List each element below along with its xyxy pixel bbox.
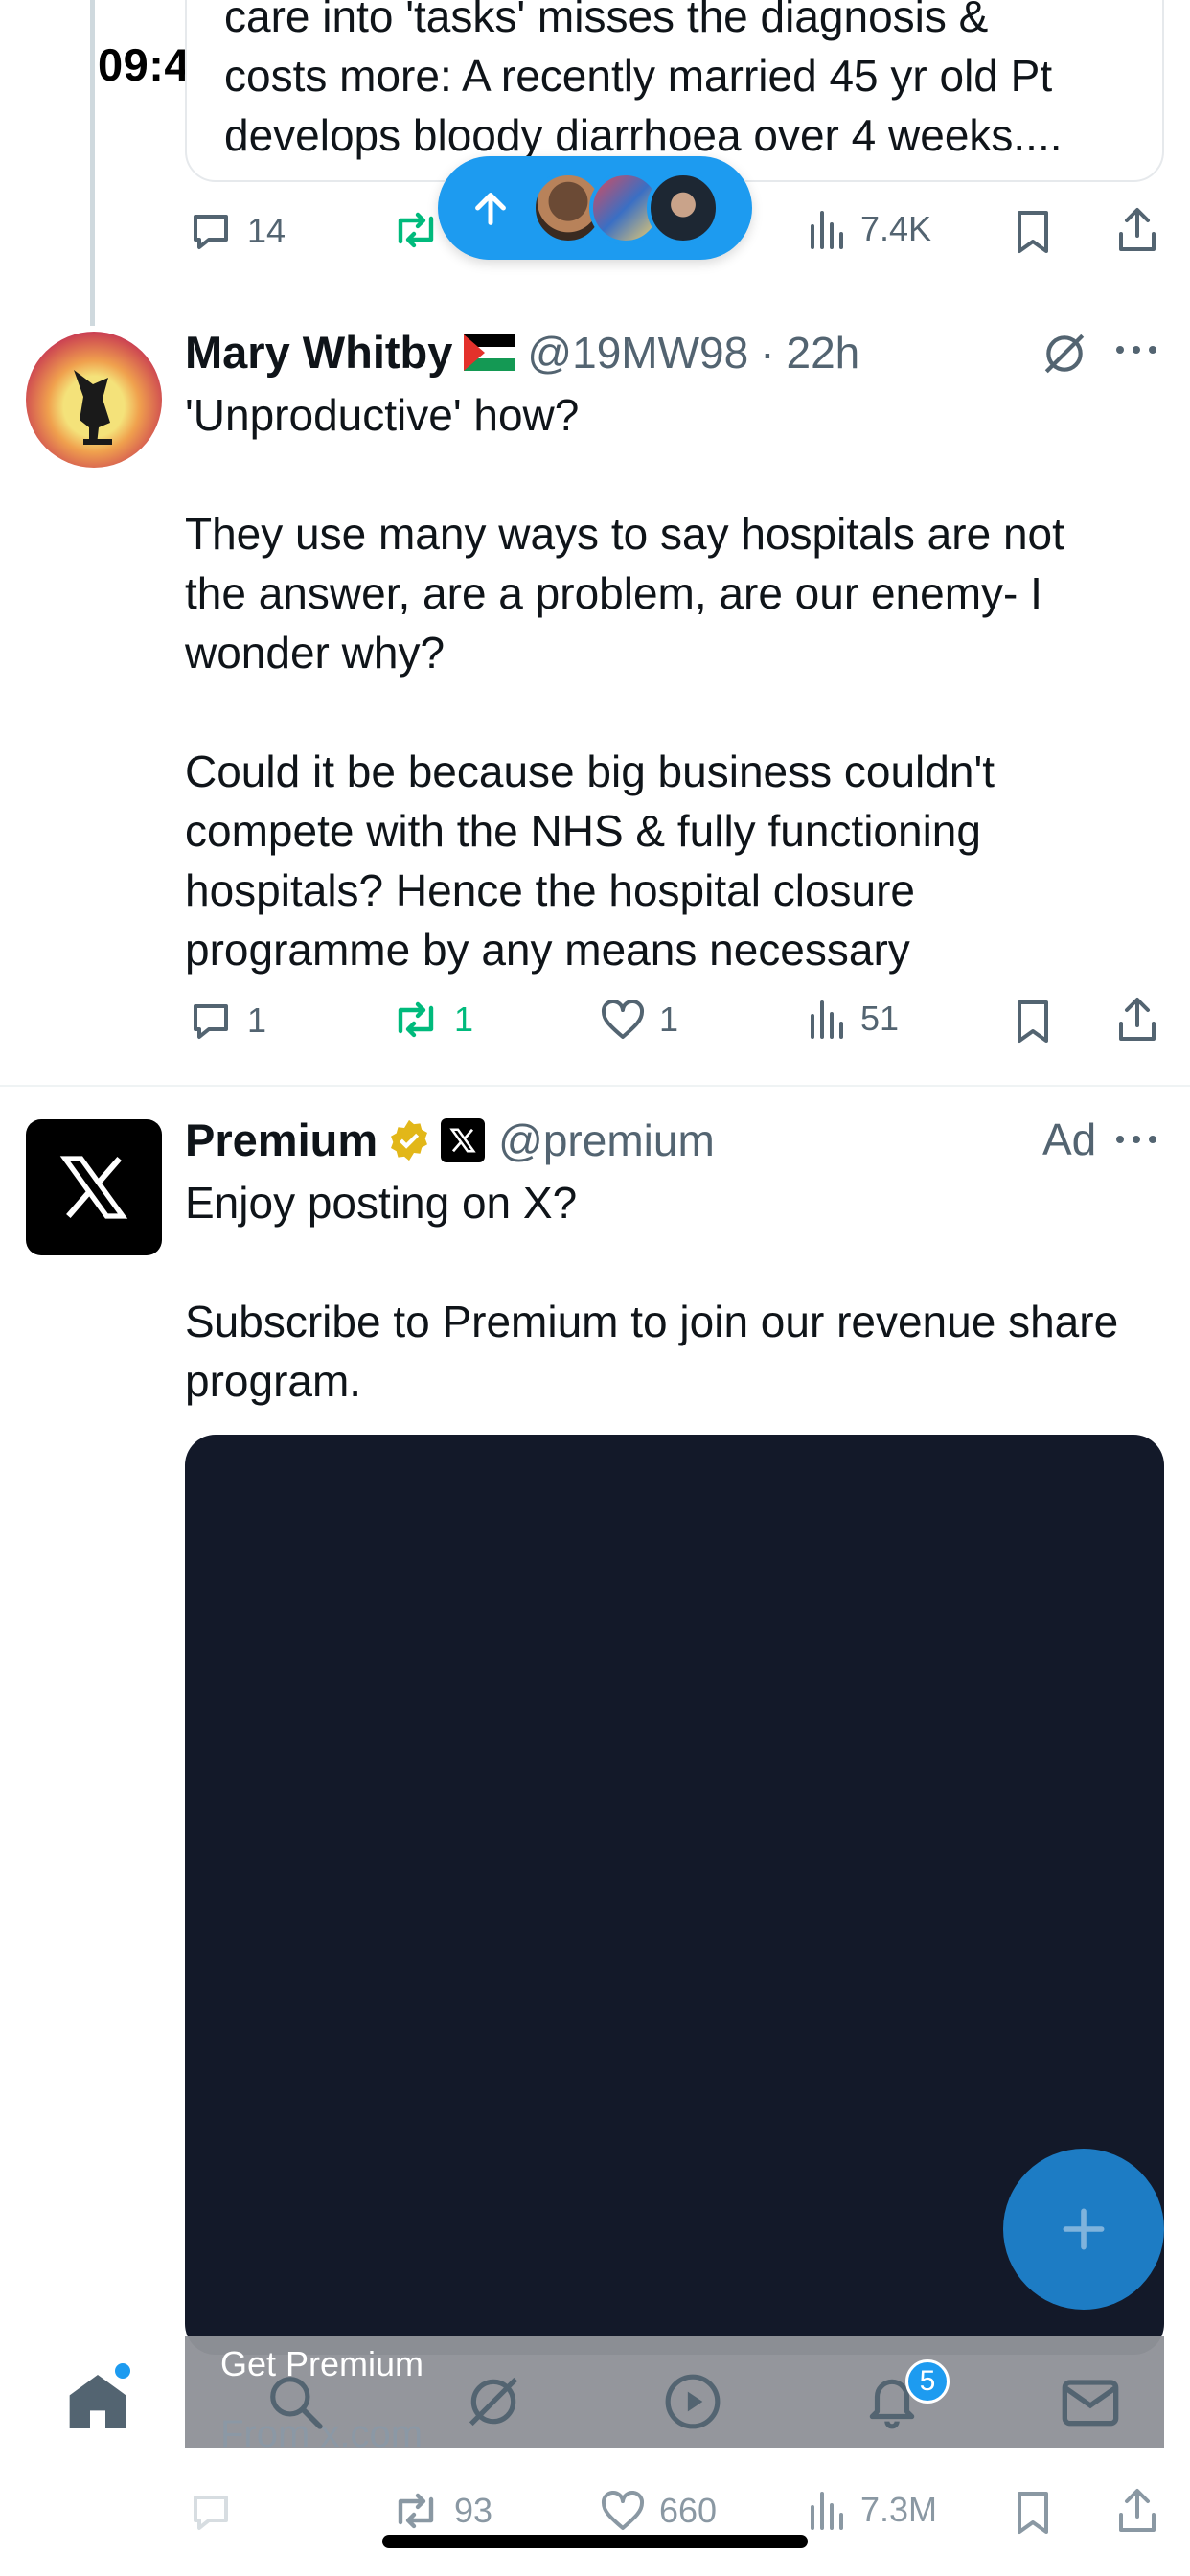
tweet-body: 'Unproductive' how? They use many ways t… bbox=[185, 385, 1153, 979]
tweet-line: compete with the NHS & fully functioning bbox=[185, 806, 981, 856]
heart-icon bbox=[601, 2491, 645, 2530]
heart-icon bbox=[601, 1000, 645, 1039]
tweet-line: hospitals? Hence the hospital closure bbox=[185, 865, 916, 915]
messages-icon[interactable] bbox=[1060, 2372, 1121, 2431]
tweet-line: Could it be because big business couldn'… bbox=[185, 747, 995, 796]
ad-label: Ad bbox=[1042, 1115, 1097, 1164]
repost-button[interactable]: 93 bbox=[391, 2490, 492, 2532]
search-icon[interactable] bbox=[265, 2372, 325, 2431]
quoted-tweet-text: care into 'tasks' misses the diagnosis &… bbox=[224, 0, 1144, 165]
palestine-flag-icon bbox=[464, 334, 516, 371]
share-icon[interactable] bbox=[1115, 2488, 1159, 2534]
display-name[interactable]: Mary Whitby bbox=[185, 326, 452, 379]
tweet-line-spacer bbox=[185, 1232, 1162, 1292]
video-play-icon[interactable] bbox=[663, 2372, 722, 2431]
quoted-line: costs more: A recently married 45 yr old… bbox=[224, 51, 1053, 101]
share-icon[interactable] bbox=[1115, 207, 1159, 253]
reply-icon bbox=[194, 215, 228, 249]
tweet-header: Premium @premium bbox=[185, 1114, 715, 1166]
views-icon bbox=[811, 211, 843, 249]
reply-button[interactable]: 14 bbox=[188, 209, 286, 253]
repost-icon bbox=[398, 1001, 434, 1038]
handle[interactable]: @premium bbox=[498, 1115, 715, 1166]
share-icon[interactable] bbox=[1115, 997, 1159, 1043]
reply-icon[interactable] bbox=[188, 2490, 234, 2534]
compose-button[interactable] bbox=[1003, 2149, 1164, 2310]
grok-icon[interactable] bbox=[464, 2372, 523, 2431]
new-posts-pill[interactable] bbox=[438, 156, 752, 260]
thread-line bbox=[90, 0, 95, 326]
plus-icon bbox=[1063, 2208, 1105, 2250]
display-name[interactable]: Premium bbox=[185, 1114, 378, 1166]
tweet-line bbox=[185, 682, 1153, 742]
notifications-badge: 5 bbox=[905, 2359, 950, 2404]
more-options-icon[interactable] bbox=[1114, 343, 1158, 356]
tweet-body: Enjoy posting on X? Subscribe to Premium… bbox=[185, 1173, 1162, 1411]
bookmark-icon[interactable] bbox=[1014, 2490, 1052, 2536]
repost-icon bbox=[398, 2493, 434, 2529]
avatar[interactable] bbox=[26, 332, 162, 468]
tweet-line: wonder why? bbox=[185, 628, 446, 678]
repost-count: 1 bbox=[454, 1000, 474, 1039]
tweet-line: They use many ways to say hospitals are … bbox=[185, 509, 1064, 559]
repost-icon bbox=[398, 212, 434, 248]
views-count: 51 bbox=[860, 999, 900, 1038]
tweet-line: the answer, are a problem, are our enemy… bbox=[185, 568, 1042, 618]
avatar[interactable] bbox=[26, 1119, 162, 1255]
tweet-header: Mary Whitby @19MW98 · 22h bbox=[185, 326, 1028, 379]
bookmark-icon[interactable] bbox=[1014, 999, 1052, 1045]
views-count: 7.4K bbox=[860, 209, 932, 248]
tweet-line: Subscribe to Premium to join our revenue… bbox=[185, 1297, 1119, 1346]
more-options-icon[interactable] bbox=[1114, 1133, 1158, 1146]
reply-count: 1 bbox=[247, 1000, 267, 1040]
reply-icon bbox=[194, 1004, 228, 1039]
tweet-line: 'Unproductive' how? bbox=[185, 390, 580, 440]
handle[interactable]: @19MW98 bbox=[527, 327, 748, 379]
views-icon bbox=[811, 1000, 843, 1039]
bird-silhouette-icon bbox=[74, 370, 112, 445]
quoted-line: care into 'tasks' misses the diagnosis & bbox=[224, 0, 989, 41]
grok-icon[interactable] bbox=[1041, 330, 1088, 378]
timestamp[interactable]: 22h bbox=[787, 327, 860, 379]
like-button[interactable]: 660 bbox=[600, 2490, 717, 2532]
verified-gold-badge-icon bbox=[391, 1119, 428, 1161]
repost-count: 93 bbox=[454, 2491, 493, 2530]
reply-count: 14 bbox=[247, 211, 286, 250]
home-icon[interactable] bbox=[67, 2372, 128, 2431]
like-button[interactable]: 1 bbox=[600, 999, 678, 1041]
tweet-line bbox=[185, 445, 1153, 504]
tweet-line: program. bbox=[185, 1356, 362, 1406]
repost-button[interactable] bbox=[391, 209, 441, 251]
views-count: 7.3M bbox=[860, 2490, 938, 2529]
arrow-up-icon bbox=[475, 193, 506, 225]
tweet-line: programme by any means necessary bbox=[185, 925, 910, 975]
views-button[interactable]: 51 bbox=[807, 999, 899, 1039]
views-button[interactable]: 7.4K bbox=[807, 209, 931, 249]
repost-button[interactable]: 1 bbox=[391, 999, 473, 1041]
separator: · bbox=[760, 327, 775, 378]
views-button[interactable]: 7.3M bbox=[807, 2490, 937, 2530]
reply-button[interactable]: 1 bbox=[188, 999, 266, 1043]
x-logo-icon bbox=[59, 1156, 128, 1219]
divider bbox=[0, 1085, 1190, 1087]
like-count: 1 bbox=[659, 1000, 679, 1039]
home-indicator[interactable] bbox=[382, 2535, 808, 2548]
like-count: 660 bbox=[659, 2491, 718, 2530]
new-post-avatar bbox=[647, 172, 720, 244]
views-icon bbox=[811, 2492, 843, 2530]
x-affiliate-badge-icon bbox=[441, 1117, 486, 1162]
bookmark-icon[interactable] bbox=[1014, 209, 1052, 255]
tweet-line: Enjoy posting on X? bbox=[185, 1178, 578, 1228]
